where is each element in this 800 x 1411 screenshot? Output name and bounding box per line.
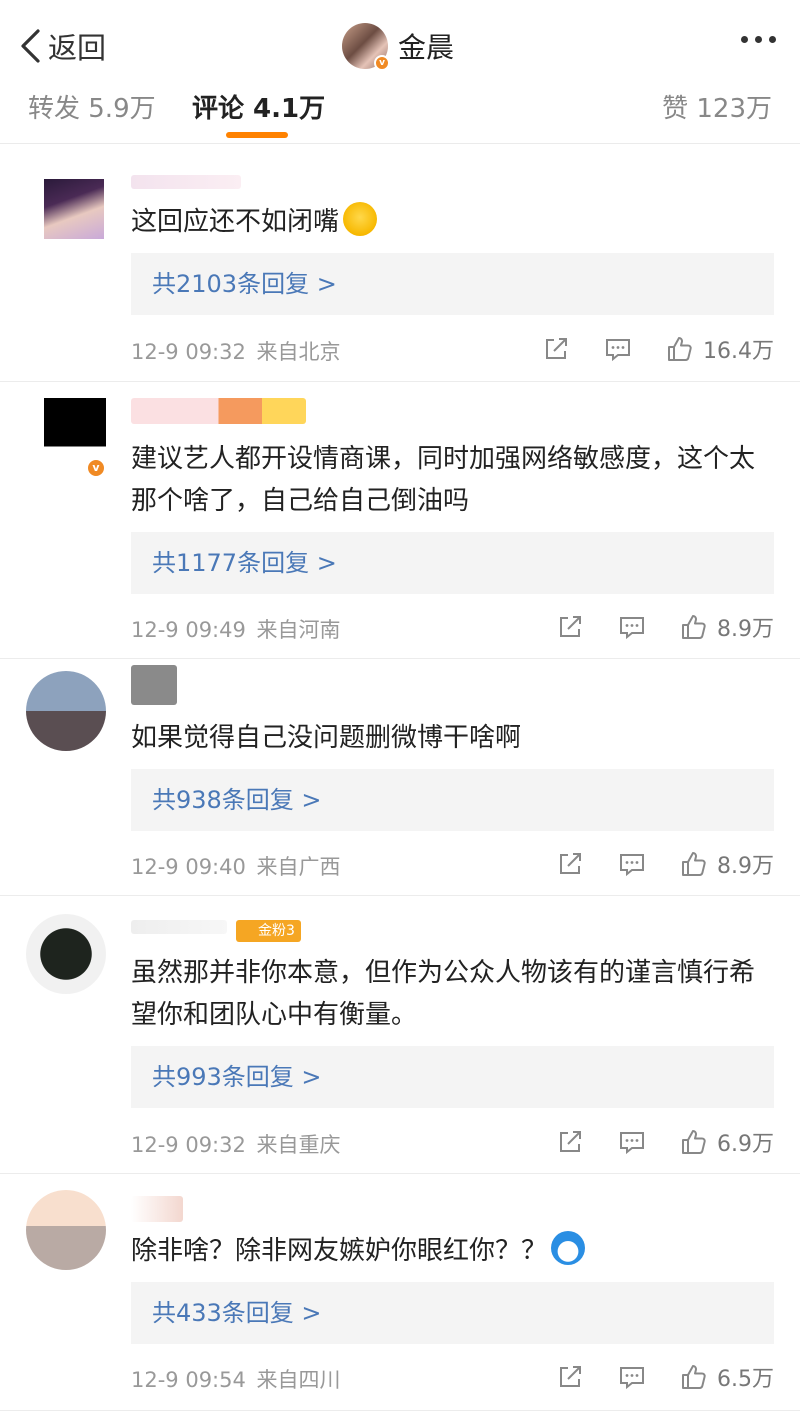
username-obscured[interactable] [131, 920, 227, 934]
comment-meta: 12-9 09:32 来自重庆 [131, 1129, 341, 1159]
like-count: 8.9万 [717, 854, 774, 879]
like-count: 6.9万 [717, 1132, 774, 1157]
like-icon[interactable] [679, 1127, 709, 1157]
comment-text: 虽然那并非你本意，但作为公众人物该有的谨言慎行希望你和团队心中有衡量。 [131, 958, 756, 1030]
doraemon-emoji [551, 1231, 586, 1265]
comment-meta: 12-9 09:32 来自北京 [131, 336, 341, 366]
comment-time: 12-9 09:40 [131, 855, 246, 879]
author-header[interactable]: v 金晨 [342, 22, 454, 71]
avatar[interactable]: v [342, 23, 390, 71]
share-icon[interactable] [555, 849, 585, 879]
like-icon[interactable] [679, 1362, 709, 1392]
more-icon[interactable] [741, 36, 776, 43]
comment-text-content: 除非啥？除非网友嫉妒你眼红你？？ [131, 1236, 548, 1266]
share-icon[interactable] [555, 1127, 585, 1157]
like-icon[interactable] [665, 334, 695, 364]
verified-icon: v [374, 55, 390, 71]
comment-actions: 6.5万 [523, 1360, 774, 1394]
like-count: 6.5万 [717, 1367, 774, 1392]
author-name[interactable]: 金晨 [398, 26, 454, 66]
comment-meta: 12-9 09:49 来自河南 [131, 614, 341, 644]
comment-time: 12-9 09:32 [131, 340, 246, 364]
replies-link[interactable]: 共2103条回复 > [131, 253, 774, 315]
comment-time: 12-9 09:49 [131, 618, 246, 642]
comment-item: 金粉3 虽然那并非你本意，但作为公众人物该有的谨言慎行希望你和团队心中有衡量。 … [0, 896, 800, 1174]
comment-item: 除非啥？除非网友嫉妒你眼红你？？ 共433条回复 > 12-9 09:54 来自… [0, 1174, 800, 1411]
tab-comment[interactable]: 评论 4.1万 [192, 88, 325, 125]
comment-time: 12-9 09:54 [131, 1368, 246, 1392]
comment-meta: 12-9 09:40 来自广西 [131, 851, 341, 881]
crying-laughing-emoji [343, 202, 378, 236]
comment-item: 这回应还不如闭嘴 共2103条回复 > 12-9 09:32 来自北京 16.4… [0, 145, 800, 382]
comment-icon[interactable] [617, 1127, 647, 1157]
comment-text: 如果觉得自己没问题删微博干啥啊 [131, 723, 522, 753]
comment-meta: 12-9 09:54 来自四川 [131, 1364, 341, 1394]
comment-text: 这回应还不如闭嘴 [131, 201, 770, 243]
avatar[interactable] [44, 179, 104, 239]
tab-like[interactable]: 赞 123万 [662, 88, 772, 125]
avatar[interactable] [26, 1190, 106, 1270]
tab-bar: 转发 5.9万 评论 4.1万 赞 123万 [0, 88, 800, 144]
comment-text: 除非啥？除非网友嫉妒你眼红你？？ [131, 1230, 770, 1272]
comment-actions: 8.9万 [523, 847, 774, 881]
fan-badge: 金粉3 [236, 920, 301, 942]
comment-actions: 6.9万 [523, 1125, 774, 1159]
avatar[interactable] [26, 671, 106, 751]
comment-icon[interactable] [617, 612, 647, 642]
comment-item: 如果觉得自己没问题删微博干啥啊 共938条回复 > 12-9 09:40 来自广… [0, 659, 800, 896]
replies-link[interactable]: 共1177条回复 > [131, 532, 774, 594]
like-icon[interactable] [679, 849, 709, 879]
comment-location: 来自四川 [256, 1368, 341, 1392]
comment-item: v 建议艺人都开设情商课，同时加强网络敏感度，这个太那个啥了，自己给自己倒油吗 … [0, 382, 800, 659]
avatar[interactable] [26, 914, 106, 994]
comment-icon[interactable] [617, 1362, 647, 1392]
comment-location: 来自重庆 [256, 1133, 341, 1157]
like-count: 8.9万 [717, 617, 774, 642]
like-icon[interactable] [679, 612, 709, 642]
username-obscured[interactable] [131, 398, 306, 424]
back-button[interactable]: 返回 [18, 26, 106, 66]
replies-link[interactable]: 共938条回复 > [131, 769, 774, 831]
comment-time: 12-9 09:32 [131, 1133, 246, 1157]
tab-repost[interactable]: 转发 5.9万 [28, 88, 156, 125]
replies-link[interactable]: 共433条回复 > [131, 1282, 774, 1344]
share-icon[interactable] [541, 334, 571, 364]
share-icon[interactable] [555, 612, 585, 642]
chevron-left-icon [21, 29, 40, 63]
comment-text-content: 这回应还不如闭嘴 [131, 207, 340, 237]
comment-location: 来自河南 [256, 618, 341, 642]
comment-location: 来自广西 [256, 855, 341, 879]
verified-icon: v [86, 458, 106, 478]
share-icon[interactable] [555, 1362, 585, 1392]
username-obscured[interactable] [131, 1196, 183, 1222]
username-obscured[interactable] [131, 175, 241, 189]
back-label: 返回 [48, 31, 107, 65]
username-obscured[interactable] [131, 665, 177, 705]
comment-icon[interactable] [603, 334, 633, 364]
fan-badge-label: 金粉3 [258, 923, 295, 939]
active-tab-indicator [226, 132, 288, 138]
comment-text: 建议艺人都开设情商课，同时加强网络敏感度，这个太那个啥了，自己给自己倒油吗 [131, 444, 756, 516]
comment-icon[interactable] [617, 849, 647, 879]
top-nav-bar: 返回 v 金晨 [0, 0, 800, 88]
like-count: 16.4万 [703, 339, 774, 364]
replies-link[interactable]: 共993条回复 > [131, 1046, 774, 1108]
comment-actions: 8.9万 [523, 610, 774, 644]
comment-actions: 16.4万 [509, 332, 774, 366]
comment-location: 来自北京 [256, 340, 341, 364]
